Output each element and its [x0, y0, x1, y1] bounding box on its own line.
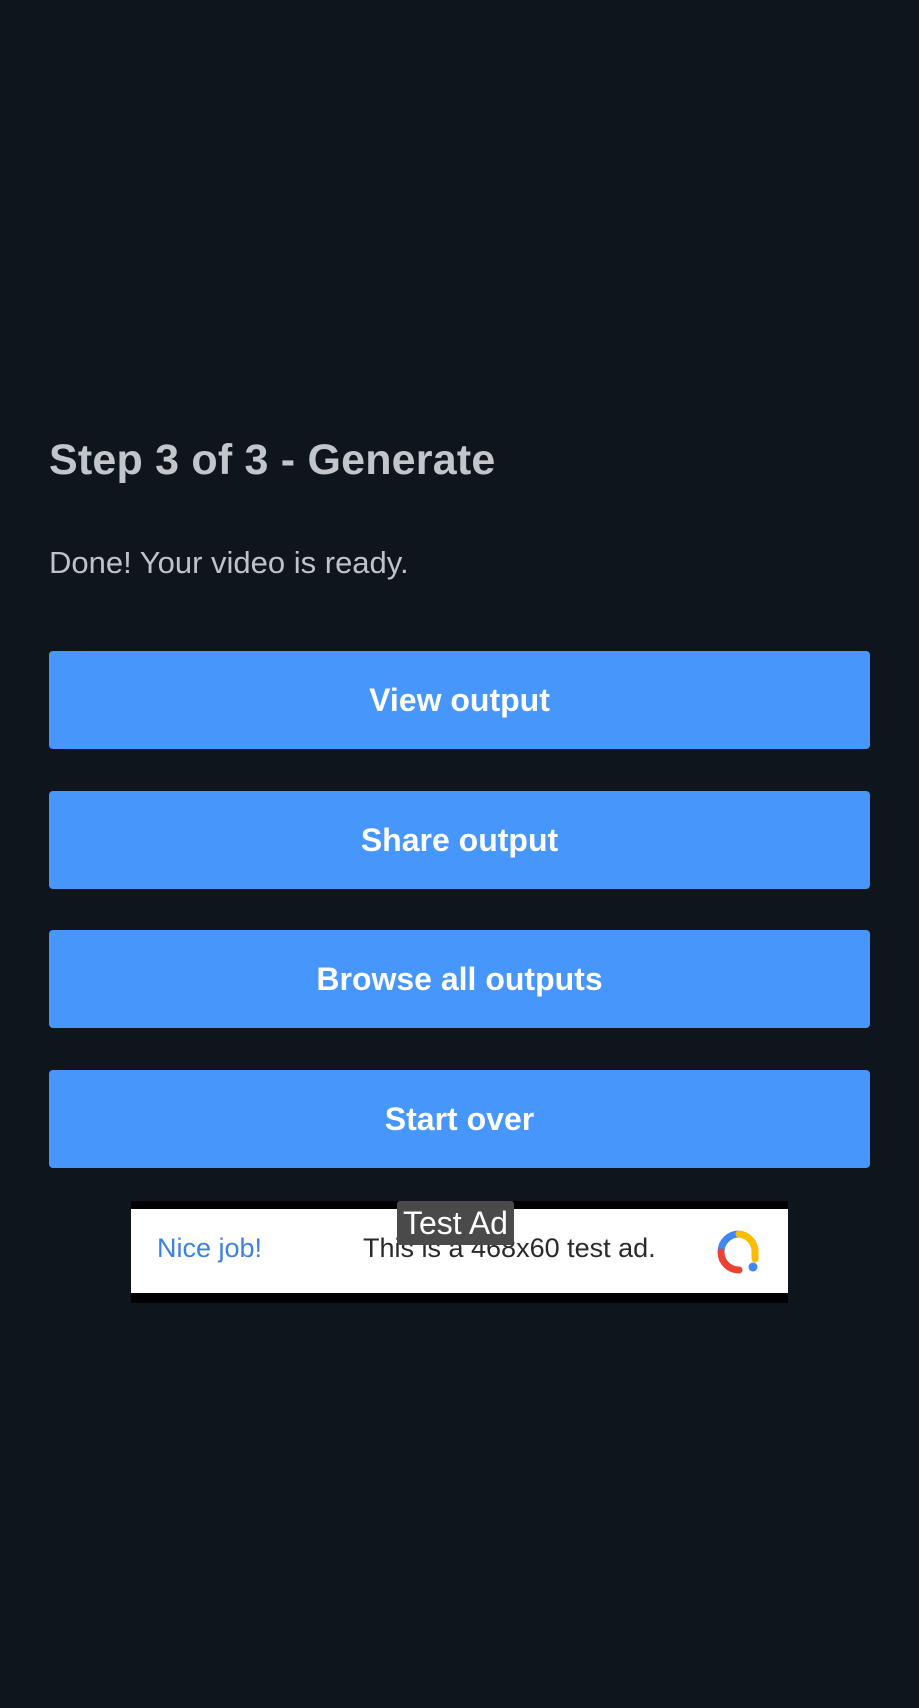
share-output-button[interactable]: Share output — [49, 791, 870, 889]
status-message: Done! Your video is ready. — [49, 545, 409, 580]
ad-headline[interactable]: Nice job! — [157, 1231, 262, 1265]
view-output-button[interactable]: View output — [49, 651, 870, 749]
page-title: Step 3 of 3 - Generate — [49, 436, 496, 484]
generate-screen: Step 3 of 3 - Generate Done! Your video … — [0, 0, 919, 1708]
test-ad-label: Test Ad — [397, 1201, 514, 1245]
browse-all-outputs-button[interactable]: Browse all outputs — [49, 930, 870, 1028]
admob-logo-icon[interactable] — [716, 1229, 762, 1275]
start-over-button[interactable]: Start over — [49, 1070, 870, 1168]
